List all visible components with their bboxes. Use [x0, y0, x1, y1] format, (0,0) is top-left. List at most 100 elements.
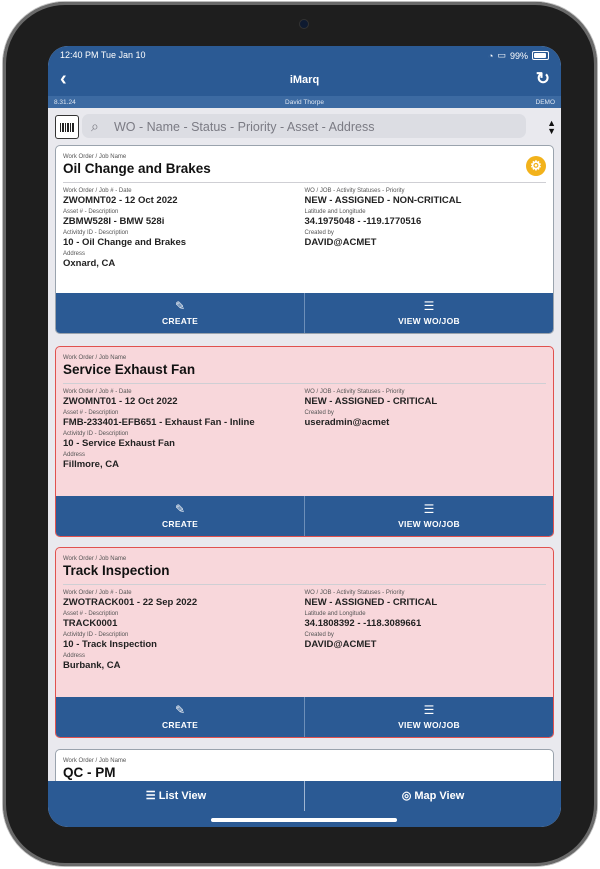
view-wo-job-button[interactable]: ☰ VIEW WO/JOB: [304, 496, 553, 536]
statuses-value: NEW - ASSIGNED - CRITICAL: [304, 597, 438, 608]
status-bar: 12:40 PM Tue Jan 10 ◔ ▭ 99%: [48, 46, 561, 64]
clipboard-icon: ☰: [423, 299, 435, 313]
job-name-label: Work Order / Job Name: [63, 556, 127, 562]
divider: [63, 182, 546, 183]
search-icon: ⌕: [91, 118, 99, 134]
statuses-value: NEW - ASSIGNED - NON-CRITICAL: [304, 195, 462, 206]
asset-value: TRACK0001: [63, 618, 118, 629]
activity-label: Activitdy ID - Description: [63, 230, 129, 236]
created-by-label: Created by: [304, 410, 334, 416]
map-view-label: Map View: [414, 790, 465, 802]
battery-icon: [532, 51, 549, 60]
list-icon: ☰: [145, 790, 156, 802]
barcode-scan-icon[interactable]: [55, 115, 79, 139]
job-name: QC - PM: [63, 765, 116, 780]
tablet-frame: 12:40 PM Tue Jan 10 ◔ ▭ 99% ‹ iMarq ↻ 8.…: [3, 2, 597, 866]
job-name: Track Inspection: [63, 563, 170, 578]
wo-date-label: Work Order / Job # - Date: [63, 590, 132, 596]
address-value: Burbank, CA: [63, 660, 121, 671]
job-name-label: Work Order / Job Name: [63, 355, 127, 361]
wifi-icon: ◔: [488, 50, 494, 61]
wo-date-value: ZWOMNT02 - 12 Oct 2022: [63, 195, 178, 206]
edit-icon: ✎: [174, 299, 186, 313]
search-input[interactable]: [112, 116, 516, 138]
gear-icon[interactable]: ⚙: [526, 156, 546, 176]
create-label: CREATE: [161, 316, 199, 326]
asset-value: ZBMW528I - BMW 528i: [63, 216, 165, 227]
card-actions: ✎ CREATE ☰ VIEW WO/JOB: [56, 496, 553, 536]
battery-percent: 99%: [509, 50, 528, 61]
created-by-label: Created by: [304, 632, 334, 638]
status-time: 12:40 PM Tue Jan 10: [60, 50, 146, 60]
clipboard-icon: ☰: [423, 502, 435, 516]
divider: [63, 584, 546, 585]
create-label: CREATE: [161, 720, 199, 730]
bottom-toolbar: ☰ List View ◎ Map View: [48, 781, 561, 811]
map-pin-icon: ◎: [401, 790, 412, 802]
job-name: Oil Change and Brakes: [63, 161, 211, 176]
home-indicator: [48, 811, 561, 827]
created-by-value: DAVID@ACMET: [304, 639, 377, 650]
view-wo-job-button[interactable]: ☰ VIEW WO/JOB: [304, 697, 553, 737]
asset-label: Asset # - Description: [63, 611, 119, 617]
system-icons: ◔ ▭ 99%: [488, 50, 549, 61]
create-button[interactable]: ✎ CREATE: [56, 496, 304, 536]
asset-label: Asset # - Description: [63, 410, 119, 416]
edit-icon: ✎: [174, 703, 186, 717]
address-label: Address: [63, 251, 86, 257]
nav-bar: ‹ iMarq ↻: [48, 64, 561, 96]
work-order-card[interactable]: Work Order / Job Name Track Inspection W…: [55, 547, 554, 738]
refresh-icon[interactable]: ↻: [536, 69, 550, 89]
search-box[interactable]: ⌕: [82, 114, 526, 138]
map-view-button[interactable]: ◎ Map View: [304, 781, 561, 811]
activity-label: Activitdy ID - Description: [63, 431, 129, 437]
work-order-card[interactable]: Work Order / Job Name Oil Change and Bra…: [55, 145, 554, 334]
statuses-label: WO / JOB - Activity Statuses - Priority: [304, 188, 405, 194]
created-by-value: useradmin@acmet: [304, 417, 390, 428]
activity-value: 10 - Oil Change and Brakes: [63, 237, 187, 248]
activity-value: 10 - Track Inspection: [63, 639, 157, 650]
address-label: Address: [63, 653, 86, 659]
edit-icon: ✎: [174, 502, 186, 516]
job-name-label: Work Order / Job Name: [63, 758, 127, 764]
address-label: Address: [63, 452, 86, 458]
card-actions: ✎ CREATE ☰ VIEW WO/JOB: [56, 697, 553, 737]
statuses-label: WO / JOB - Activity Statuses - Priority: [304, 389, 405, 395]
environment-label: DEMO: [535, 99, 556, 106]
list-view-label: List View: [158, 790, 207, 802]
latlong-value: 34.1975048 - -119.1770516: [304, 216, 422, 227]
card-actions: ✎ CREATE ☰ VIEW WO/JOB: [56, 293, 553, 333]
job-name: Service Exhaust Fan: [63, 362, 196, 377]
created-by-label: Created by: [304, 230, 334, 236]
latlong-label: Latitude and Longitude: [304, 611, 366, 617]
work-order-list: Work Order / Job Name Oil Change and Bra…: [55, 145, 554, 787]
app-screen: 12:40 PM Tue Jan 10 ◔ ▭ 99% ‹ iMarq ↻ 8.…: [48, 46, 561, 827]
divider: [63, 383, 546, 384]
view-wo-job-button[interactable]: ☰ VIEW WO/JOB: [304, 293, 553, 333]
front-camera: [299, 19, 309, 29]
view-label: VIEW WO/JOB: [398, 720, 460, 730]
statuses-value: NEW - ASSIGNED - CRITICAL: [304, 396, 438, 407]
screen-icon: ▭: [497, 50, 506, 60]
address-value: Oxnard, CA: [63, 258, 116, 269]
wo-date-value: ZWOTRACK001 - 22 Sep 2022: [63, 597, 198, 608]
create-label: CREATE: [161, 519, 199, 529]
search-row: ⌕ ▲▼: [48, 108, 561, 144]
sort-toggle-icon[interactable]: ▲ ▼: [547, 119, 556, 136]
view-label: VIEW WO/JOB: [398, 519, 460, 529]
info-bar: 8.31.24 David Thorpe DEMO: [48, 96, 561, 108]
list-view-button[interactable]: ☰ List View: [48, 781, 304, 811]
latlong-value: 34.1808392 - -118.3089661: [304, 618, 422, 629]
work-order-card[interactable]: Work Order / Job Name Service Exhaust Fa…: [55, 346, 554, 537]
latlong-label: Latitude and Longitude: [304, 209, 366, 215]
view-label: VIEW WO/JOB: [398, 316, 460, 326]
statuses-label: WO / JOB - Activity Statuses - Priority: [304, 590, 405, 596]
wo-date-label: Work Order / Job # - Date: [63, 389, 132, 395]
app-title: iMarq: [289, 74, 320, 86]
created-by-value: DAVID@ACMET: [304, 237, 377, 248]
create-button[interactable]: ✎ CREATE: [56, 697, 304, 737]
wo-date-value: ZWOMNT01 - 12 Oct 2022: [63, 396, 178, 407]
wo-date-label: Work Order / Job # - Date: [63, 188, 132, 194]
address-value: Fillmore, CA: [63, 459, 119, 470]
create-button[interactable]: ✎ CREATE: [56, 293, 304, 333]
